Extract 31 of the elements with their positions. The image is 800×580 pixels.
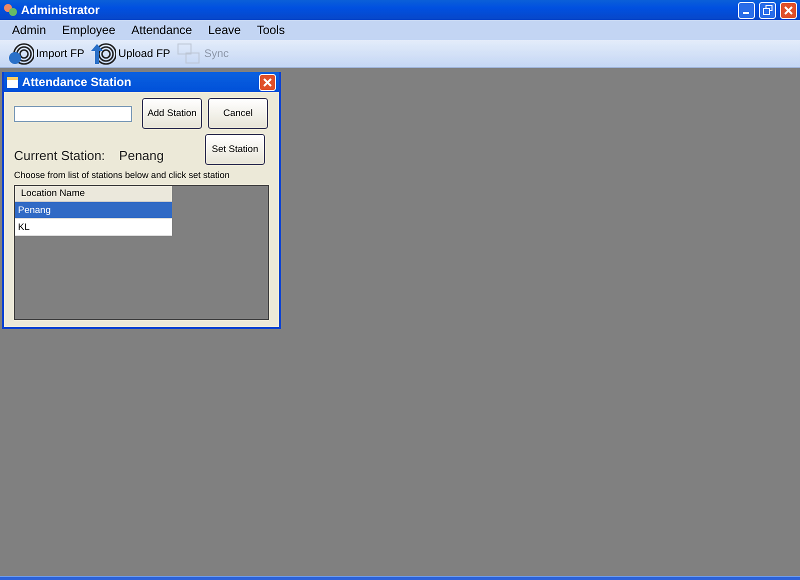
dialog-title: Attendance Station: [22, 75, 132, 89]
close-button[interactable]: [259, 74, 276, 90]
fingerprint-upload-icon: [90, 42, 116, 66]
close-button[interactable]: [780, 2, 797, 18]
table-row[interactable]: Penang: [15, 202, 172, 219]
close-icon: [784, 6, 793, 14]
add-station-button[interactable]: Add Station: [142, 98, 202, 129]
menu-item[interactable]: Employee: [54, 23, 124, 37]
minimize-button[interactable]: [738, 2, 755, 18]
close-icon: [263, 78, 272, 86]
toolbar-button[interactable]: Import FP: [8, 42, 84, 66]
window-title: Administrator: [21, 3, 101, 17]
app-icon: [3, 3, 17, 17]
column-header[interactable]: Location Name: [15, 186, 172, 202]
set-station-button[interactable]: Set Station: [205, 134, 265, 165]
table-row[interactable]: KL: [15, 219, 172, 236]
menu-item[interactable]: Leave: [200, 23, 249, 37]
cancel-button[interactable]: Cancel: [208, 98, 268, 129]
restore-icon: [762, 5, 772, 15]
instruction-text: Choose from list of stations below and click set station: [14, 170, 231, 181]
menu-item[interactable]: Tools: [248, 23, 293, 37]
table-icon: [7, 76, 18, 88]
fingerprint-import-icon: [8, 42, 34, 66]
toolbar-button[interactable]: Upload FP: [90, 42, 170, 66]
monitors-icon: [176, 42, 202, 66]
menu-item[interactable]: Admin: [4, 23, 54, 37]
restore-button[interactable]: [759, 2, 776, 18]
station-field[interactable]: [14, 106, 132, 122]
current-station-label: Current Station:: [14, 148, 106, 162]
menu-item[interactable]: Attendance: [123, 23, 200, 37]
current-station-value: Penang: [119, 148, 164, 162]
